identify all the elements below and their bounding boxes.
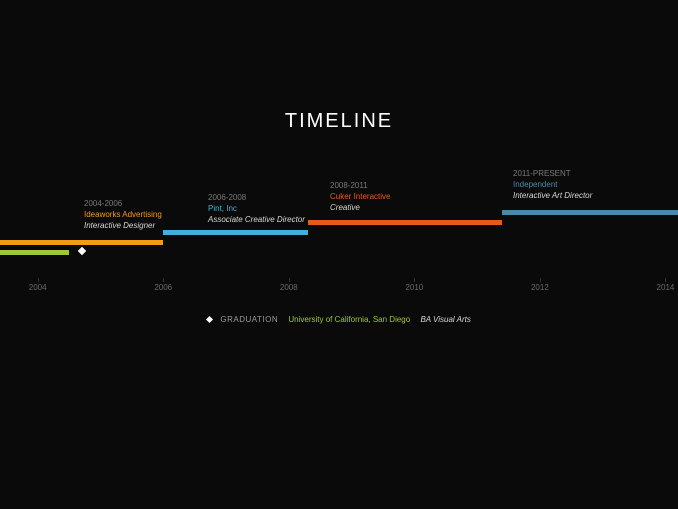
axis-tickmark — [163, 278, 164, 282]
education-school: University of California, San Diego — [288, 315, 410, 324]
education-line: GRADUATION University of California, San… — [0, 315, 678, 324]
axis-tickmark — [665, 278, 666, 282]
diamond-icon — [206, 316, 213, 323]
entry-company: Pint, Inc — [208, 203, 305, 214]
entry-company: Ideaworks Advertising — [84, 209, 162, 220]
axis-tick-label: 2006 — [154, 283, 172, 292]
entry-role: Associate Creative Director — [208, 214, 305, 225]
axis-tickmark — [540, 278, 541, 282]
entry-role: Interactive Designer — [84, 220, 162, 231]
graduation-marker-icon — [77, 247, 85, 255]
axis-tick-label: 2012 — [531, 283, 549, 292]
timeline-entry: 2006-2008Pint, IncAssociate Creative Dir… — [208, 192, 305, 226]
axis-tick-label: 2010 — [405, 283, 423, 292]
timeline-bar — [308, 220, 503, 225]
entry-years: 2011-PRESENT — [513, 168, 592, 179]
education-degree: BA Visual Arts — [420, 315, 470, 324]
education-label: GRADUATION — [220, 315, 278, 324]
timeline-bar — [163, 230, 307, 235]
axis-tick-label: 2014 — [657, 283, 675, 292]
timeline-bar-extra — [0, 250, 69, 255]
axis-tickmark — [414, 278, 415, 282]
timeline-entry: 2008-2011Cuker InteractiveCreative — [330, 180, 390, 214]
page-title: TIMELINE — [0, 110, 678, 133]
x-axis: 2004 2006 2008 2010 2012 2014 — [0, 280, 678, 292]
axis-tickmark — [289, 278, 290, 282]
entry-years: 2008-2011 — [330, 180, 390, 191]
entry-company: Independent — [513, 179, 592, 190]
entry-role: Creative — [330, 202, 390, 213]
axis-tickmark — [38, 278, 39, 282]
axis-tick-label: 2008 — [280, 283, 298, 292]
timeline-entry: 2011-PRESENTIndependentInteractive Art D… — [513, 168, 592, 202]
timeline-entry: 2004-2006Ideaworks AdvertisingInteractiv… — [84, 198, 162, 232]
timeline-bar — [502, 210, 678, 215]
axis-tick-label: 2004 — [29, 283, 47, 292]
entry-role: Interactive Art Director — [513, 190, 592, 201]
timeline-bar — [0, 240, 163, 245]
entry-years: 2006-2008 — [208, 192, 305, 203]
timeline-chart: 2004-2006Ideaworks AdvertisingInteractiv… — [0, 160, 678, 290]
entry-years: 2004-2006 — [84, 198, 162, 209]
entry-company: Cuker Interactive — [330, 191, 390, 202]
